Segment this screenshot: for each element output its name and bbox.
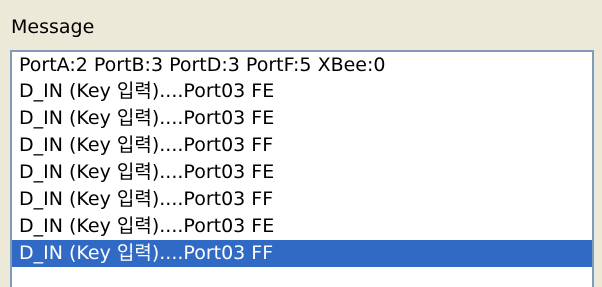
- message-group-label: Message: [11, 16, 95, 38]
- message-list-item[interactable]: D_IN (Key 입력)....Port03 FE: [12, 159, 592, 186]
- message-list-item[interactable]: D_IN (Key 입력)....Port03 FE: [12, 105, 592, 132]
- message-list-item[interactable]: PortA:2 PortB:3 PortD:3 PortF:5 XBee:0: [12, 52, 592, 78]
- message-list-item[interactable]: D_IN (Key 입력)....Port03 FE: [12, 78, 592, 105]
- message-listbox[interactable]: PortA:2 PortB:3 PortD:3 PortF:5 XBee:0 D…: [10, 50, 594, 287]
- message-list-item[interactable]: D_IN (Key 입력)....Port03 FE: [12, 213, 592, 240]
- message-list-item[interactable]: D_IN (Key 입력)....Port03 FF: [12, 186, 592, 213]
- message-list-item-selected[interactable]: D_IN (Key 입력)....Port03 FF: [12, 240, 592, 267]
- message-list-item[interactable]: D_IN (Key 입력)....Port03 FF: [12, 132, 592, 159]
